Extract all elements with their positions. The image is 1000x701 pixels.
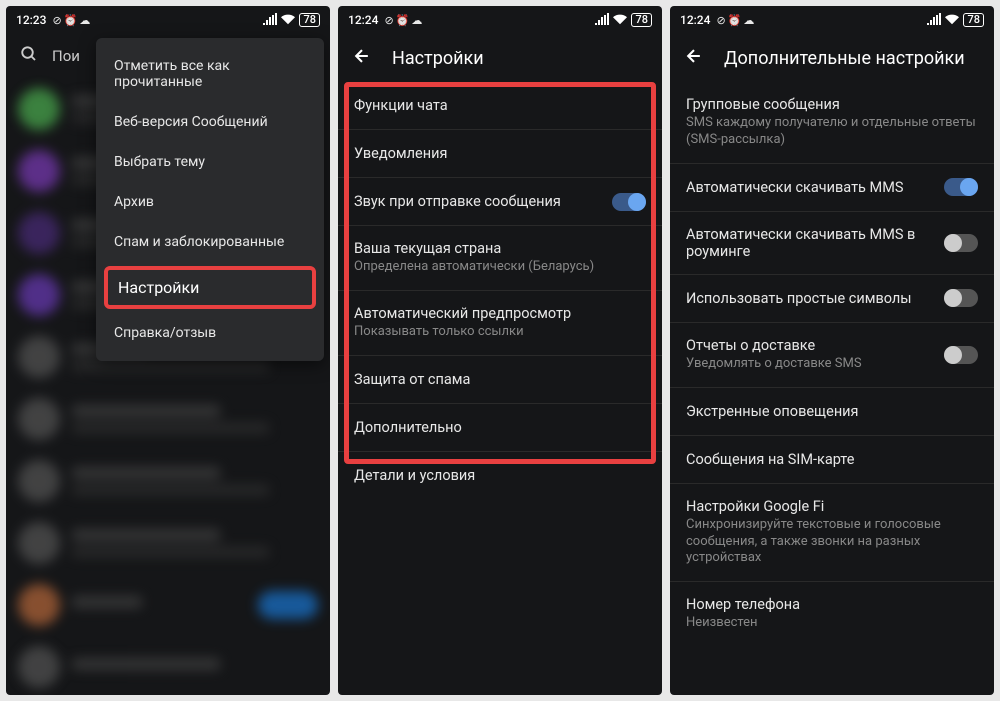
menu-settings[interactable]: Настройки (118, 278, 199, 297)
menu-help-feedback[interactable]: Справка/отзыв (96, 313, 324, 353)
setting-group-messages[interactable]: Групповые сообщения SMS каждому получате… (670, 82, 994, 164)
battery-icon: 78 (631, 13, 652, 27)
settings-list: Функции чата Уведомления Звук при отправ… (338, 82, 662, 500)
setting-country[interactable]: Ваша текущая страна Определена автоматич… (338, 226, 662, 291)
menu-mark-read[interactable]: Отметить все как прочитанные (96, 46, 324, 102)
status-bar: 12:23 ⊘⏰☁ 78 (6, 6, 330, 34)
page-title: Дополнительные настройки (724, 48, 965, 69)
status-time: 12:23 (16, 13, 46, 27)
setting-details-terms[interactable]: Детали и условия (338, 452, 662, 500)
wifi-icon (281, 13, 295, 28)
page-title: Настройки (392, 48, 484, 69)
setting-mms-roaming[interactable]: Автоматически скачивать MMS в роуминге (670, 212, 994, 275)
signal-icon (595, 13, 609, 28)
back-arrow-icon[interactable] (684, 46, 704, 70)
setting-phone-number[interactable]: Номер телефона Неизвестен (670, 582, 994, 646)
status-icons-left: ⊘⏰☁ (716, 14, 754, 27)
status-icons-left: ⊘⏰☁ (384, 14, 422, 27)
status-time: 12:24 (680, 13, 710, 27)
setting-sim-messages[interactable]: Сообщения на SIM-карте (670, 436, 994, 484)
settings-list: Групповые сообщения SMS каждому получате… (670, 82, 994, 646)
header: Настройки (338, 34, 662, 82)
setting-send-sound[interactable]: Звук при отправке сообщения (338, 178, 662, 226)
setting-auto-download-mms[interactable]: Автоматически скачивать MMS (670, 164, 994, 212)
menu-settings-highlighted: Настройки (104, 266, 316, 309)
search-placeholder: Пои (52, 47, 80, 65)
setting-simple-chars[interactable]: Использовать простые символы (670, 275, 994, 323)
setting-advanced[interactable]: Дополнительно (338, 404, 662, 452)
signal-icon (927, 13, 941, 28)
battery-icon: 78 (963, 13, 984, 27)
phone-screen-1: 12:23 ⊘⏰☁ 78 Пои Отметить все как прочит… (6, 6, 330, 695)
setting-auto-preview[interactable]: Автоматический предпросмотр Показывать т… (338, 291, 662, 356)
status-icons-left: ⊘⏰☁ (52, 14, 90, 27)
toggle-send-sound[interactable] (612, 193, 646, 211)
menu-spam-blocked[interactable]: Спам и заблокированные (96, 222, 324, 262)
phone-screen-2: 12:24 ⊘⏰☁ 78 Настройки Функции чата Увед… (338, 6, 662, 695)
status-time: 12:24 (348, 13, 378, 27)
setting-spam-protection[interactable]: Защита от спама (338, 356, 662, 404)
wifi-icon (613, 13, 627, 28)
popup-menu: Отметить все как прочитанные Веб-версия … (96, 38, 324, 361)
signal-icon (263, 13, 277, 28)
setting-chat-features[interactable]: Функции чата (338, 82, 662, 130)
status-bar: 12:24 ⊘⏰☁ 78 (338, 6, 662, 34)
header: Дополнительные настройки (670, 34, 994, 82)
toggle-delivery-reports[interactable] (944, 346, 978, 364)
back-arrow-icon[interactable] (352, 46, 372, 70)
setting-emergency-alerts[interactable]: Экстренные оповещения (670, 388, 994, 436)
wifi-icon (945, 13, 959, 28)
search-icon (20, 45, 38, 67)
setting-delivery-reports[interactable]: Отчеты о доставке Уведомлять о доставке … (670, 323, 994, 388)
status-bar: 12:24 ⊘⏰☁ 78 (670, 6, 994, 34)
battery-icon: 78 (299, 13, 320, 27)
menu-web-messages[interactable]: Веб-версия Сообщений (96, 102, 324, 142)
toggle-simple-chars[interactable] (944, 289, 978, 307)
setting-google-fi[interactable]: Настройки Google Fi Синхронизируйте текс… (670, 484, 994, 583)
menu-archive[interactable]: Архив (96, 182, 324, 222)
phone-screen-3: 12:24 ⊘⏰☁ 78 Дополнительные настройки Гр… (670, 6, 994, 695)
menu-choose-theme[interactable]: Выбрать тему (96, 142, 324, 182)
toggle-mms-roaming[interactable] (944, 234, 978, 252)
setting-notifications[interactable]: Уведомления (338, 130, 662, 178)
toggle-auto-mms[interactable] (944, 178, 978, 196)
